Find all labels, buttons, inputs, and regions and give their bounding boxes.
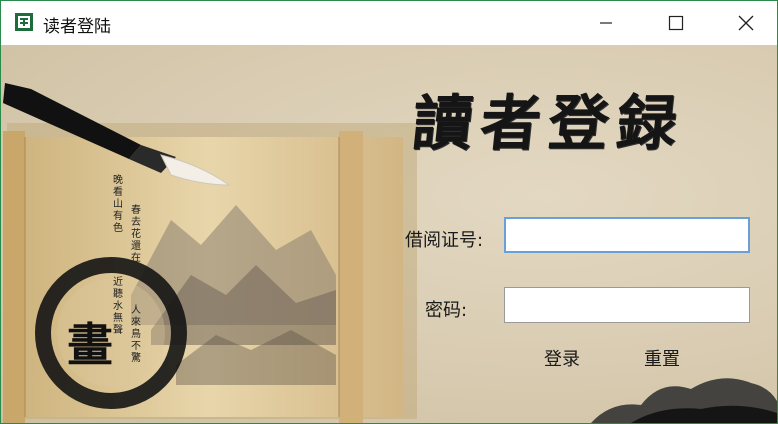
minimize-icon [600, 22, 612, 24]
minimize-button[interactable] [583, 1, 629, 45]
login-button[interactable]: 登录 [544, 345, 580, 371]
close-icon [738, 15, 754, 31]
close-button[interactable] [723, 1, 769, 45]
ink-badge-char: 畫 [67, 318, 113, 372]
page-heading: 讀者登録 [408, 89, 689, 159]
maximize-button[interactable] [653, 1, 699, 45]
title-bar[interactable]: 读者登陆 [1, 1, 777, 45]
ink-wash-decoration [591, 378, 777, 423]
poem-col-4: 人來鳥不驚 [131, 305, 141, 364]
app-icon [15, 13, 33, 31]
scroll-painting [3, 83, 417, 423]
poem-col-3: 近聽水無聲 [113, 277, 123, 336]
card-number-input[interactable] [504, 217, 750, 253]
maximize-icon [668, 15, 684, 31]
password-input[interactable] [504, 287, 750, 323]
login-window: 读者登陆 晚看山有色 春去花還在 近聽水無聲 人來鳥不驚 畫 讀者登録 借阅证号… [0, 0, 778, 424]
card-number-label: 借阅证号: [405, 230, 484, 251]
password-label: 密码: [425, 300, 468, 321]
window-title: 读者登陆 [43, 17, 111, 37]
poem-col-2: 春去花還在 [131, 205, 141, 264]
login-content: 晚看山有色 春去花還在 近聽水無聲 人來鳥不驚 畫 讀者登録 借阅证号: 密码:… [1, 45, 777, 423]
poem-col-1: 晚看山有色 [113, 175, 123, 234]
